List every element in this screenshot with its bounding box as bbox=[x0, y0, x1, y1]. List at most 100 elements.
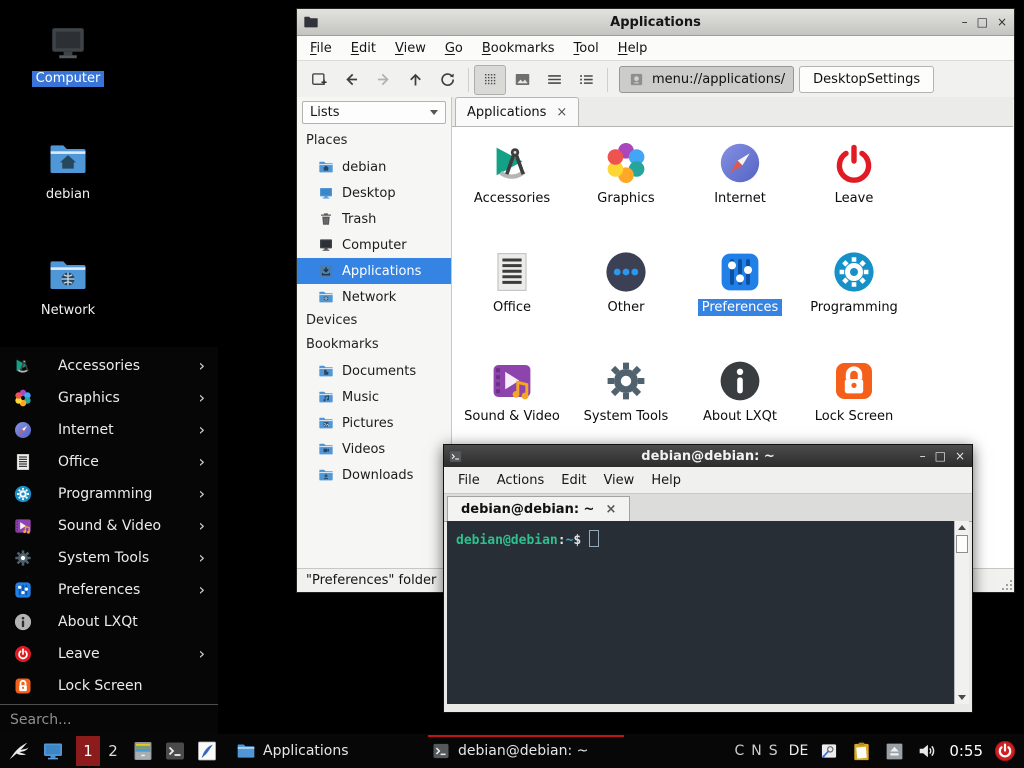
desktop-icon-network[interactable]: Network bbox=[20, 254, 116, 319]
app-item-leave[interactable]: Leave bbox=[797, 134, 911, 243]
terminal-titlebar[interactable]: debian@debian: ~ – □ × bbox=[444, 445, 972, 467]
menu-edit[interactable]: Edit bbox=[351, 41, 376, 56]
menu-item-accessories[interactable]: Accessories › bbox=[0, 350, 218, 382]
desktop-settings-button[interactable]: DesktopSettings bbox=[799, 66, 934, 93]
address-bar[interactable]: menu://applications/ bbox=[619, 66, 794, 93]
search-input[interactable]: Search... bbox=[0, 704, 218, 734]
sidebar-item-trash[interactable]: Trash bbox=[297, 206, 451, 232]
screenshot-icon[interactable] bbox=[819, 741, 839, 761]
show-desktop-button[interactable] bbox=[41, 739, 65, 763]
sidebar-item-label: Music bbox=[342, 390, 379, 405]
forward-button[interactable] bbox=[367, 65, 399, 95]
menu-item-internet[interactable]: Internet › bbox=[0, 414, 218, 446]
tab-close-icon[interactable]: × bbox=[556, 105, 567, 120]
scrollbar-thumb[interactable] bbox=[956, 535, 968, 553]
app-item-accessories[interactable]: Accessories bbox=[455, 134, 569, 243]
detailed-view-button[interactable] bbox=[570, 65, 602, 95]
clipboard-icon[interactable] bbox=[850, 740, 873, 763]
app-item-internet[interactable]: Internet bbox=[683, 134, 797, 243]
app-item-preferences[interactable]: Preferences bbox=[683, 243, 797, 352]
menu-item-leave[interactable]: Leave › bbox=[0, 638, 218, 670]
menu-tool[interactable]: Tool bbox=[574, 41, 599, 56]
menu-view[interactable]: View bbox=[603, 473, 634, 488]
close-button[interactable]: × bbox=[955, 450, 965, 462]
sidebar-item-network[interactable]: Network bbox=[297, 284, 451, 310]
menu-go[interactable]: Go bbox=[445, 41, 463, 56]
keyboard-layout-indicator[interactable]: DE bbox=[789, 743, 809, 759]
taskbar-task-terminal[interactable]: debian@debian: ~ bbox=[428, 734, 624, 768]
fm-titlebar[interactable]: Applications – □ × bbox=[297, 9, 1014, 36]
app-item-programming[interactable]: Programming bbox=[797, 243, 911, 352]
app-item-other[interactable]: Other bbox=[569, 243, 683, 352]
app-item-office[interactable]: Office bbox=[455, 243, 569, 352]
menu-actions[interactable]: Actions bbox=[497, 473, 545, 488]
volume-icon[interactable] bbox=[916, 740, 938, 762]
app-item-graphics[interactable]: Graphics bbox=[569, 134, 683, 243]
system-tools-icon bbox=[602, 357, 650, 405]
sidebar-item-desktop[interactable]: Desktop bbox=[297, 180, 451, 206]
new-tab-button[interactable] bbox=[303, 65, 335, 95]
detailed-view-icon bbox=[577, 70, 596, 89]
sidebar-item-music[interactable]: Music bbox=[297, 384, 451, 410]
resize-grip[interactable] bbox=[1002, 580, 1012, 590]
menu-item-graphics[interactable]: Graphics › bbox=[0, 382, 218, 414]
power-button[interactable] bbox=[993, 739, 1017, 763]
tab-applications[interactable]: Applications × bbox=[455, 97, 579, 126]
graphics-icon bbox=[13, 388, 33, 408]
terminal-scrollbar[interactable] bbox=[954, 521, 969, 704]
up-button[interactable] bbox=[399, 65, 431, 95]
maximize-button[interactable]: □ bbox=[935, 450, 946, 462]
compact-view-button[interactable] bbox=[538, 65, 570, 95]
sidebar-mode-select[interactable]: Lists bbox=[302, 101, 446, 124]
workspace-1-button[interactable]: 1 bbox=[76, 736, 100, 766]
menu-edit[interactable]: Edit bbox=[561, 473, 586, 488]
scroll-down-icon[interactable] bbox=[955, 691, 969, 704]
start-menu-button[interactable] bbox=[7, 739, 31, 763]
reload-button[interactable] bbox=[431, 65, 463, 95]
back-button[interactable] bbox=[335, 65, 367, 95]
menu-item-office[interactable]: Office › bbox=[0, 446, 218, 478]
desktop-icon-debian[interactable]: debian bbox=[20, 138, 116, 203]
menu-item-label: System Tools bbox=[58, 550, 149, 566]
menu-help[interactable]: Help bbox=[651, 473, 681, 488]
featherpad-launcher[interactable] bbox=[195, 739, 219, 763]
menu-item-preferences[interactable]: Preferences › bbox=[0, 574, 218, 606]
sidebar-item-computer[interactable]: Computer bbox=[297, 232, 451, 258]
terminal-content[interactable]: debian@debian:~$ bbox=[447, 521, 969, 704]
menu-item-lock-screen[interactable]: Lock Screen bbox=[0, 670, 218, 702]
taskbar-task-applications[interactable]: Applications bbox=[233, 734, 411, 768]
menu-help[interactable]: Help bbox=[618, 41, 648, 56]
eject-icon[interactable] bbox=[884, 741, 905, 762]
sidebar-item-documents[interactable]: Documents bbox=[297, 358, 451, 384]
terminal-launcher[interactable] bbox=[163, 739, 187, 763]
clock[interactable]: 0:55 bbox=[949, 742, 983, 760]
icon-view-button[interactable] bbox=[474, 65, 506, 95]
minimize-button[interactable]: – bbox=[920, 450, 926, 462]
scroll-up-icon[interactable] bbox=[955, 521, 969, 534]
desktop-icon-computer[interactable]: Computer bbox=[20, 22, 116, 87]
menu-item-programming[interactable]: Programming › bbox=[0, 478, 218, 510]
menu-bookmarks[interactable]: Bookmarks bbox=[482, 41, 555, 56]
terminal-tab[interactable]: debian@debian: ~ × bbox=[447, 496, 630, 521]
submenu-arrow-icon: › bbox=[199, 454, 205, 470]
menu-view[interactable]: View bbox=[395, 41, 426, 56]
thumbnail-view-button[interactable] bbox=[506, 65, 538, 95]
tab-label: Applications bbox=[467, 105, 546, 120]
menu-item-sound-video[interactable]: Sound & Video › bbox=[0, 510, 218, 542]
menu-item-system-tools[interactable]: System Tools › bbox=[0, 542, 218, 574]
tab-close-icon[interactable]: × bbox=[605, 502, 616, 517]
sidebar-item-debian[interactable]: debian bbox=[297, 154, 451, 180]
menu-file[interactable]: File bbox=[458, 473, 480, 488]
sidebar-item-applications[interactable]: Applications bbox=[297, 258, 451, 284]
close-button[interactable]: × bbox=[997, 16, 1007, 28]
sidebar-item-videos[interactable]: Videos bbox=[297, 436, 451, 462]
minimize-button[interactable]: – bbox=[962, 16, 968, 28]
folder-home-icon bbox=[45, 138, 91, 180]
sidebar-item-pictures[interactable]: Pictures bbox=[297, 410, 451, 436]
sidebar-item-downloads[interactable]: Downloads bbox=[297, 462, 451, 488]
menu-item-about-lxqt[interactable]: About LXQt bbox=[0, 606, 218, 638]
menu-file[interactable]: File bbox=[310, 41, 332, 56]
file-manager-launcher[interactable] bbox=[131, 739, 155, 763]
maximize-button[interactable]: □ bbox=[977, 16, 988, 28]
workspace-2-button[interactable]: 2 bbox=[103, 736, 123, 766]
